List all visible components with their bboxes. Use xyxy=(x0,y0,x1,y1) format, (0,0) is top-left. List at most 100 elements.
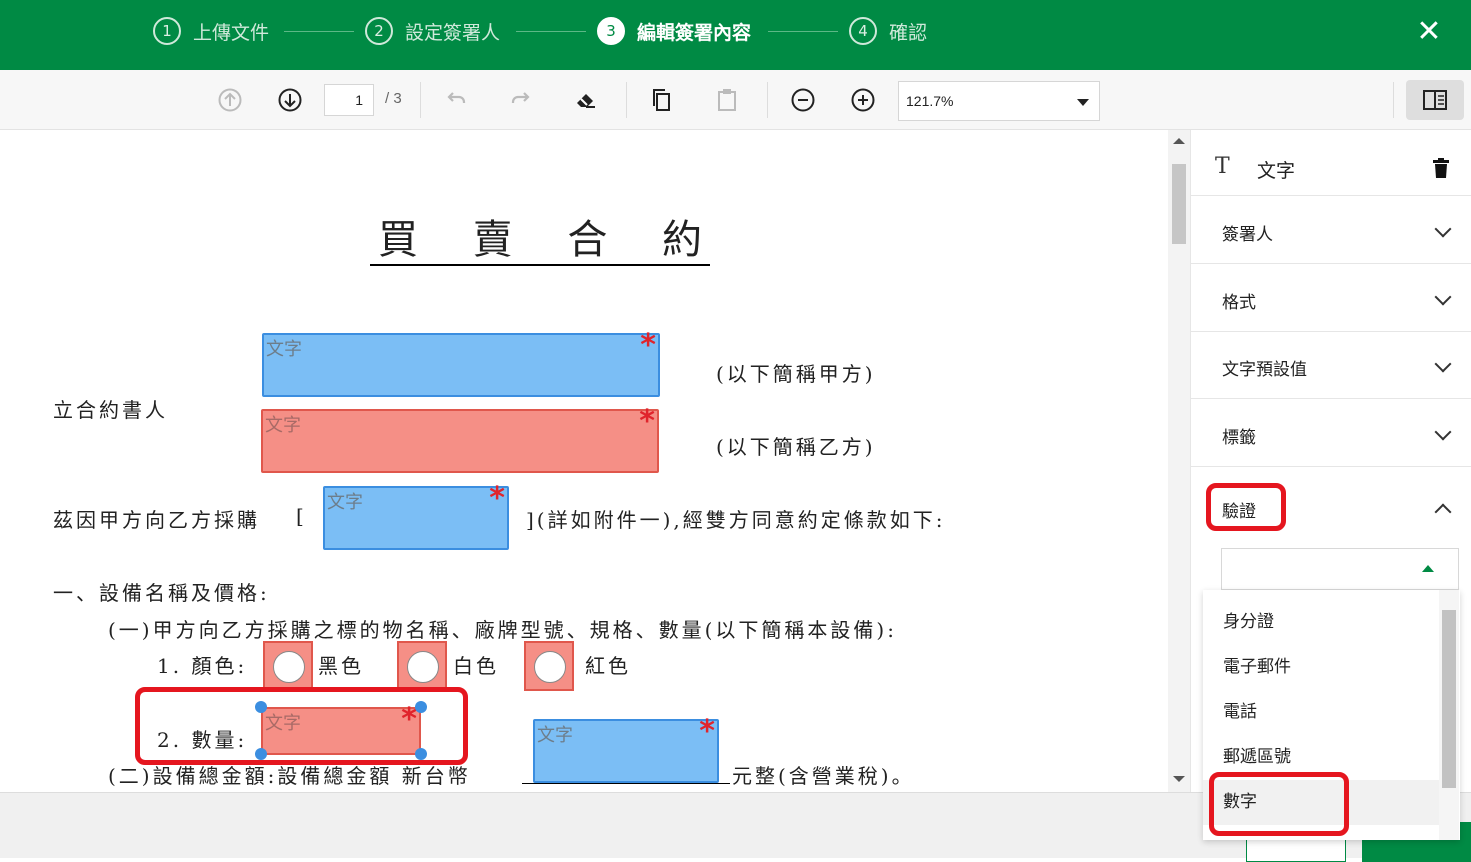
redo-icon[interactable] xyxy=(505,84,537,116)
step-connector xyxy=(768,31,838,32)
checkbox-red[interactable] xyxy=(524,641,574,691)
title-char: 買 xyxy=(378,217,418,263)
text-field-party-b[interactable]: 文字 * xyxy=(261,404,659,473)
checkbox-white[interactable] xyxy=(397,641,447,691)
party-a-suffix: (以下簡稱甲方) xyxy=(716,362,876,386)
text-field-amount[interactable]: 文字 * xyxy=(533,714,719,783)
option-id-card[interactable]: 身分證 xyxy=(1203,600,1439,645)
step-number: 1 xyxy=(153,17,181,45)
required-mark: * xyxy=(640,328,656,363)
copy-icon[interactable] xyxy=(646,84,678,116)
step-label: 確認 xyxy=(889,21,928,44)
section-default-text[interactable]: 文字預設值 xyxy=(1191,332,1471,399)
toolbar: 1 / 3 121.7% xyxy=(0,70,1471,130)
text-field-item[interactable]: 文字 * xyxy=(323,481,509,550)
option-email[interactable]: 電子郵件 xyxy=(1203,645,1439,690)
radio-circle-icon xyxy=(273,651,305,683)
sidebar-icon xyxy=(1423,90,1447,110)
section-title: 一、設備名稱及價格: xyxy=(53,581,270,605)
field-placeholder: 文字 xyxy=(327,492,363,513)
amount-underline xyxy=(522,783,730,784)
step-confirm[interactable]: 4 確認 xyxy=(849,16,927,46)
chevron-up-icon xyxy=(1434,503,1452,521)
bracket-open: [ xyxy=(296,504,307,528)
trash-icon[interactable] xyxy=(1433,158,1449,178)
step-label: 上傳文件 xyxy=(193,21,270,44)
step-connector xyxy=(284,31,354,32)
toolbar-divider xyxy=(1393,82,1394,118)
document-canvas: 買 賣 合 約 立合約書人 文字 * (以下簡稱甲方) 文字 * (以下簡稱乙方… xyxy=(0,130,1168,792)
app-header: 1 上傳文件 2 設定簽署人 3 編輯簽署內容 4 確認 ✕ xyxy=(0,0,1471,70)
dropdown-scrollbar[interactable] xyxy=(1439,590,1459,840)
step-connector xyxy=(516,31,586,32)
scroll-down-icon[interactable] xyxy=(1173,776,1185,782)
title-char: 合 xyxy=(567,217,608,263)
scrollbar-thumb[interactable] xyxy=(1442,610,1456,788)
party-b-suffix: (以下簡稱乙方) xyxy=(716,435,876,459)
chevron-down-icon xyxy=(1434,355,1452,373)
step-number: 4 xyxy=(849,17,877,45)
subsection-total-suffix: 元整(含營業稅)。 xyxy=(732,764,915,788)
required-mark: * xyxy=(699,714,715,749)
zoom-value: 121.7% xyxy=(906,93,954,109)
toolbar-divider xyxy=(767,82,768,118)
section-label: 標籤 xyxy=(1222,428,1256,448)
chevron-down-icon xyxy=(1434,220,1452,238)
step-upload[interactable]: 1 上傳文件 xyxy=(153,16,269,46)
page-up-icon[interactable] xyxy=(214,84,246,116)
close-icon[interactable]: ✕ xyxy=(1413,16,1445,48)
scroll-up-icon[interactable] xyxy=(1173,138,1185,144)
field-placeholder: 文字 xyxy=(265,415,301,436)
page-number-input[interactable]: 1 xyxy=(324,84,374,116)
panel-header: T 文字 xyxy=(1191,130,1471,196)
section-signer[interactable]: 簽署人 xyxy=(1191,197,1471,264)
zoom-in-icon[interactable] xyxy=(847,84,879,116)
step-edit-content[interactable]: 3 編輯簽署內容 xyxy=(597,16,751,46)
highlight-annotation xyxy=(1209,772,1349,836)
paste-icon[interactable] xyxy=(711,84,743,116)
highlight-annotation xyxy=(135,687,468,765)
option-phone[interactable]: 電話 xyxy=(1203,690,1439,735)
section-label: 格式 xyxy=(1222,293,1256,313)
step-label: 設定簽署人 xyxy=(405,21,501,44)
party-label: 立合約書人 xyxy=(53,398,168,422)
chevron-up-icon xyxy=(1422,565,1434,572)
document-scrollbar[interactable] xyxy=(1168,130,1190,792)
color-white-label: 白色 xyxy=(453,654,499,678)
section-format[interactable]: 格式 xyxy=(1191,265,1471,332)
chevron-down-icon xyxy=(1434,288,1452,306)
validation-select[interactable] xyxy=(1221,548,1459,590)
checkbox-black[interactable] xyxy=(263,641,313,691)
chevron-down-icon xyxy=(1434,423,1452,441)
field-placeholder: 文字 xyxy=(266,339,302,360)
scrollbar-thumb[interactable] xyxy=(1172,164,1186,244)
subsection-text: (一)甲方向乙方採購之標的物名稱、廠牌型號、規格、數量(以下簡稱本設備): xyxy=(108,618,897,642)
toolbar-divider xyxy=(626,82,627,118)
page-total: / 3 xyxy=(385,90,402,107)
step-number: 3 xyxy=(597,17,625,45)
undo-icon[interactable] xyxy=(440,84,472,116)
title-char: 約 xyxy=(661,217,702,263)
zoom-select[interactable]: 121.7% xyxy=(898,81,1100,121)
text-type-icon: T xyxy=(1215,154,1230,179)
item-color-label: 1. 顏色: xyxy=(157,654,248,678)
section-tag[interactable]: 標籤 xyxy=(1191,400,1471,467)
color-red-label: 紅色 xyxy=(585,654,631,678)
step-set-signers[interactable]: 2 設定簽署人 xyxy=(365,16,500,46)
radio-circle-icon xyxy=(534,651,566,683)
highlight-annotation xyxy=(1206,483,1286,531)
section-label: 簽署人 xyxy=(1222,225,1273,245)
eraser-icon[interactable] xyxy=(570,84,602,116)
section-label: 文字預設值 xyxy=(1222,360,1307,380)
zoom-out-icon[interactable] xyxy=(787,84,819,116)
page-down-icon[interactable] xyxy=(274,84,306,116)
chevron-down-icon xyxy=(1077,99,1089,106)
required-mark: * xyxy=(639,404,655,439)
required-mark: * xyxy=(489,481,505,516)
radio-circle-icon xyxy=(407,651,439,683)
panel-toggle-button[interactable] xyxy=(1406,80,1464,120)
text-field-party-a[interactable]: 文字 * xyxy=(262,328,660,397)
purchase-suffix: ](詳如附件一),經雙方同意約定條款如下: xyxy=(526,508,946,532)
title-char: 賣 xyxy=(472,217,513,263)
step-label: 編輯簽署內容 xyxy=(637,21,752,44)
